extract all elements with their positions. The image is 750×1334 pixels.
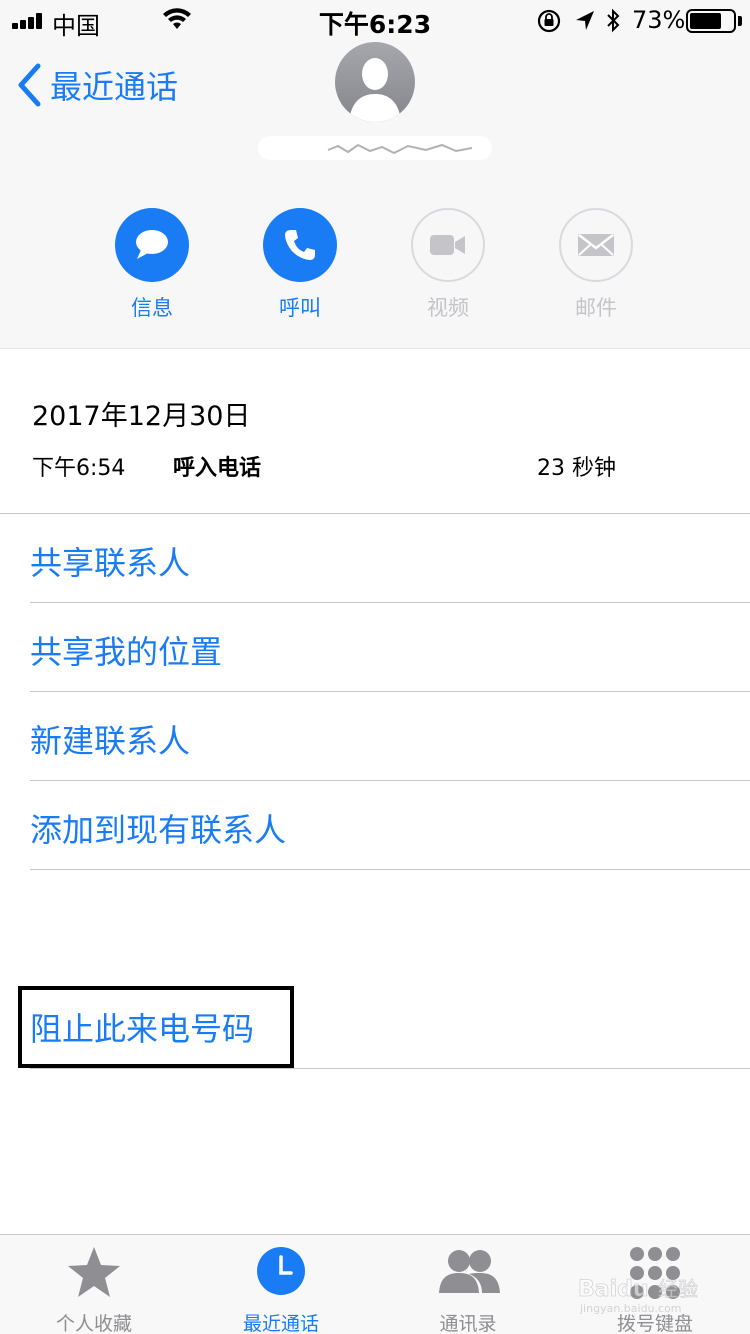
watermark-logo: Baidu 经验 jingyan.baidu.com (578, 1277, 699, 1315)
video-icon (430, 235, 465, 255)
clock-icon (257, 1247, 305, 1295)
call-date: 2017年12月30日 (32, 401, 251, 432)
status-bar: 中国 下午6:23 73% (0, 0, 750, 40)
rotation-lock-icon (537, 9, 561, 33)
back-button[interactable]: 最近通话 (14, 60, 178, 110)
mail-button-circle (559, 208, 633, 282)
divider (30, 602, 750, 603)
person-silhouette-icon (335, 42, 415, 122)
call-label: 呼叫 (279, 296, 321, 320)
call-type: 呼入电话 (173, 456, 262, 481)
add-to-existing-contact-button[interactable]: 添加到现有联系人 (30, 805, 286, 851)
divider (30, 780, 750, 781)
battery-icon (686, 9, 736, 33)
tab-recents[interactable]: 最近通话 (201, 1235, 361, 1334)
message-label: 信息 (131, 296, 173, 320)
svg-text:Baidu: Baidu (578, 1277, 649, 1302)
video-button[interactable]: 视频 (388, 208, 508, 322)
mail-label: 邮件 (575, 296, 617, 320)
new-contact-button[interactable]: 新建联系人 (30, 716, 190, 762)
header-divider (0, 348, 750, 349)
message-button[interactable]: 信息 (92, 208, 212, 322)
tab-label: 通讯录 (439, 1313, 497, 1334)
video-label: 视频 (427, 296, 469, 320)
star-icon (68, 1247, 120, 1297)
message-icon (136, 230, 168, 259)
battery-level (690, 13, 721, 29)
svg-text:经验: 经验 (658, 1277, 698, 1301)
tab-contacts[interactable]: 通讯录 (388, 1235, 548, 1334)
call-button[interactable]: 呼叫 (240, 208, 360, 322)
mail-icon (578, 234, 614, 256)
contacts-icon (439, 1250, 500, 1293)
phone-icon (285, 230, 315, 260)
bluetooth-icon (607, 8, 620, 33)
avatar (335, 42, 415, 122)
status-indicator-icons (537, 8, 620, 33)
divider (30, 869, 750, 870)
back-label: 最近通话 (50, 68, 179, 106)
battery-tip (738, 16, 742, 26)
mail-button[interactable]: 邮件 (536, 208, 656, 322)
divider (0, 513, 750, 514)
contact-name-redacted (258, 136, 492, 160)
chevron-left-icon (18, 63, 41, 107)
divider (30, 691, 750, 692)
highlight-box (18, 986, 294, 1068)
call-button-circle (263, 208, 337, 282)
tab-favorites[interactable]: 个人收藏 (14, 1235, 174, 1334)
battery-percent: 73% (632, 6, 686, 34)
svg-text:jingyan.baidu.com: jingyan.baidu.com (579, 1302, 682, 1315)
location-arrow-icon (576, 11, 594, 30)
tab-label: 个人收藏 (55, 1313, 132, 1334)
share-contact-button[interactable]: 共享联系人 (30, 538, 190, 584)
call-time: 下午6:54 (32, 456, 126, 481)
divider (30, 1068, 750, 1069)
video-button-circle (411, 208, 485, 282)
message-button-circle (115, 208, 189, 282)
call-duration: 23 秒钟 (537, 456, 616, 481)
tab-label: 最近通话 (242, 1313, 319, 1334)
share-location-button[interactable]: 共享我的位置 (30, 627, 222, 673)
